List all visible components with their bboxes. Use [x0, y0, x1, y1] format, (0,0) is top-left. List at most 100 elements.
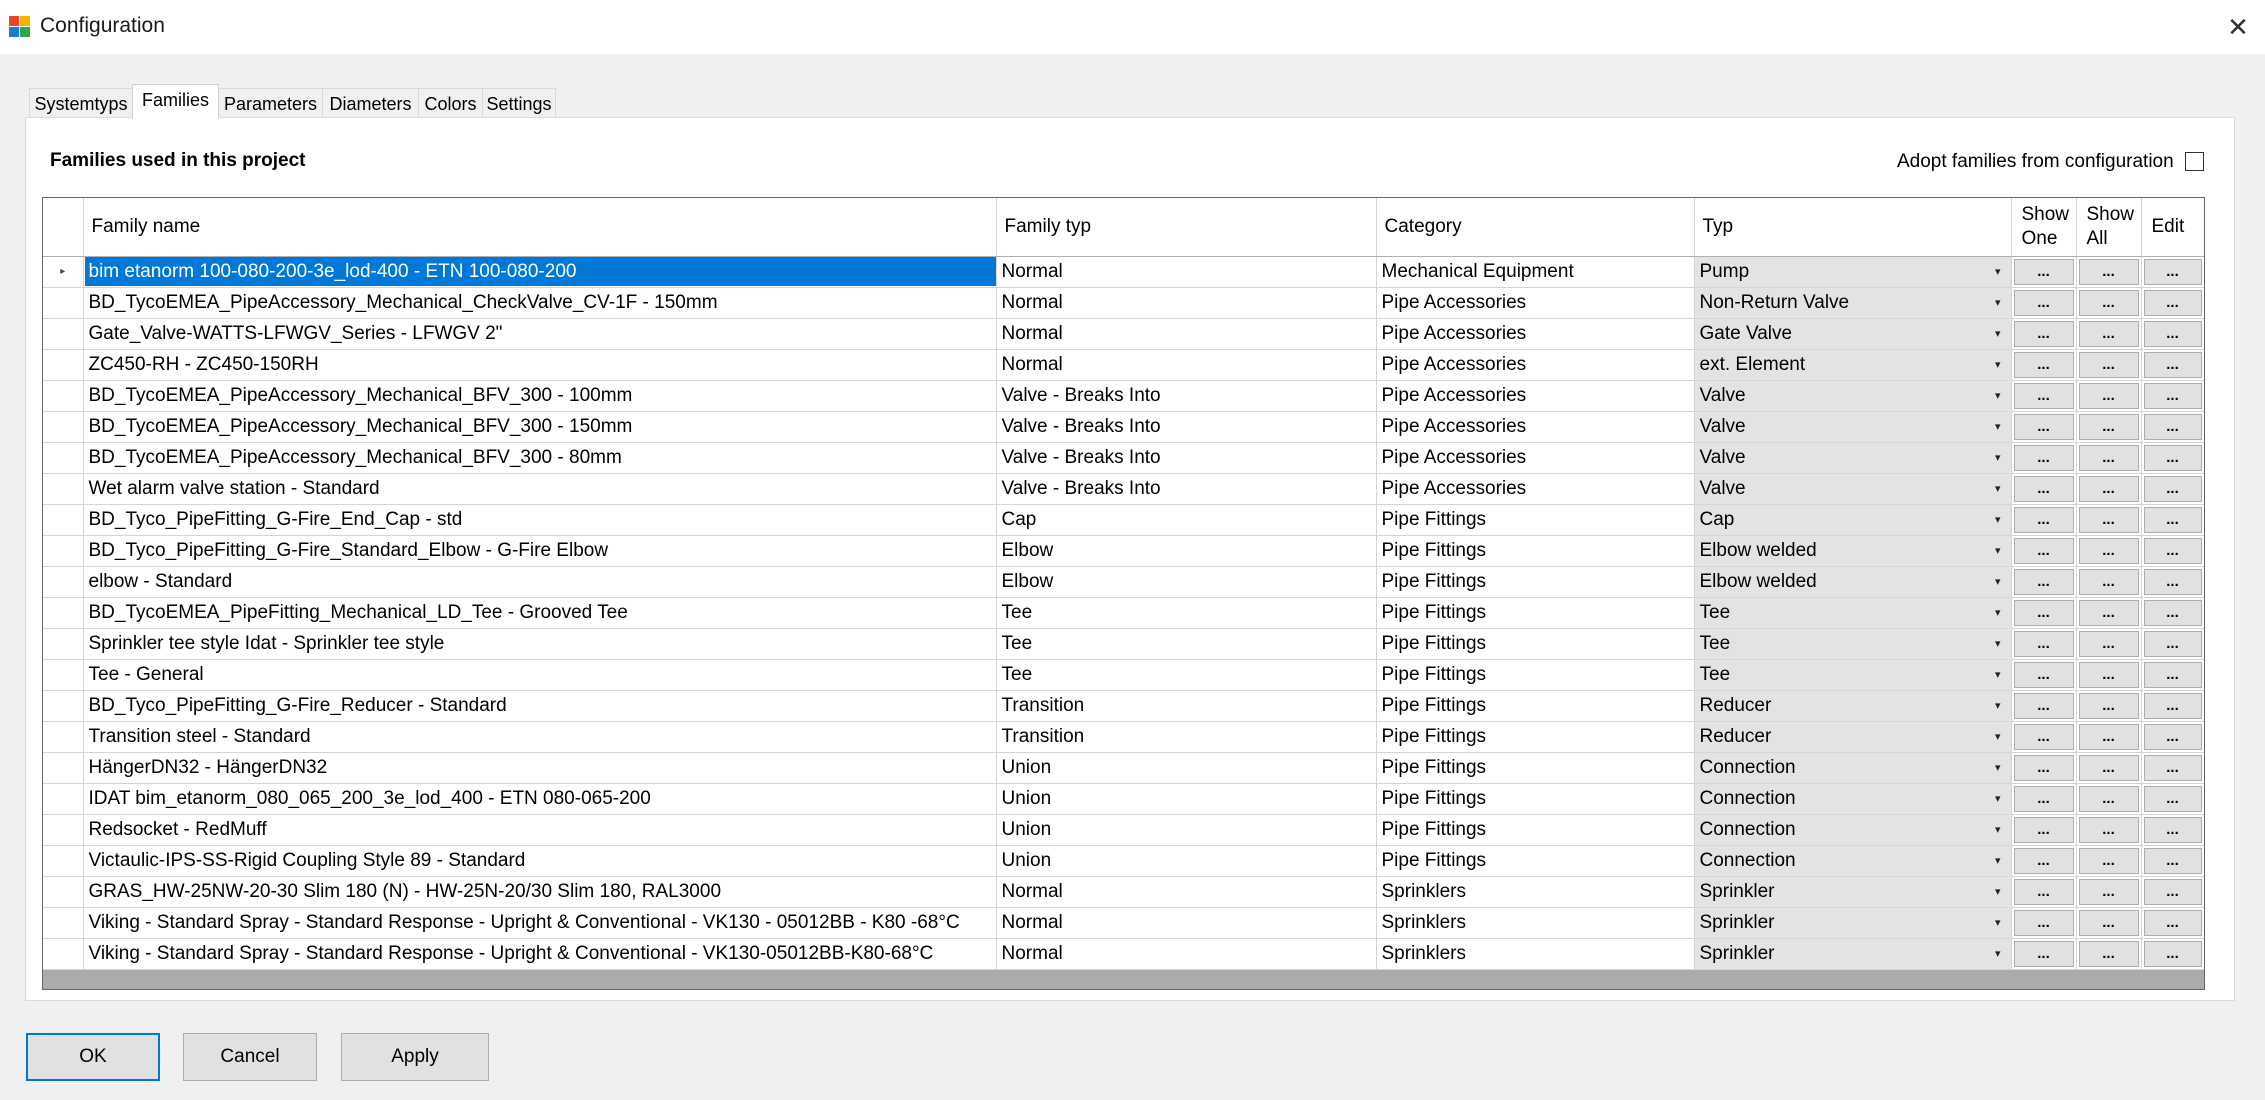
- show-one-button[interactable]: ...: [2013, 754, 2074, 781]
- typ-dropdown[interactable]: Tee ▾: [1694, 597, 2012, 629]
- category-cell[interactable]: Pipe Fittings: [1376, 504, 1695, 536]
- family-name-cell[interactable]: Gate_Valve-WATTS-LFWGV_Series - LFWGV 2": [83, 318, 997, 350]
- category-cell[interactable]: Pipe Accessories: [1376, 473, 1695, 505]
- table-row[interactable]: Victaulic-IPS-SS-Rigid Coupling Style 89…: [43, 845, 2204, 877]
- show-all-button[interactable]: ...: [2078, 723, 2139, 750]
- tab-colors[interactable]: Colors: [418, 88, 483, 118]
- chevron-down-icon[interactable]: ▾: [1995, 908, 2001, 938]
- family-typ-cell[interactable]: Union: [996, 814, 1377, 846]
- row-header[interactable]: ▸: [43, 256, 84, 288]
- edit-button[interactable]: ...: [2143, 754, 2202, 781]
- typ-dropdown[interactable]: Tee ▾: [1694, 628, 2012, 660]
- family-name-cell[interactable]: BD_TycoEMEA_PipeAccessory_Mechanical_Che…: [83, 287, 997, 319]
- column-header-show-all[interactable]: Show All: [2076, 198, 2142, 257]
- show-one-button[interactable]: ...: [2013, 258, 2074, 285]
- category-cell[interactable]: Pipe Fittings: [1376, 628, 1695, 660]
- family-name-cell[interactable]: Viking - Standard Spray - Standard Respo…: [83, 907, 997, 939]
- edit-button[interactable]: ...: [2143, 351, 2202, 378]
- show-all-button[interactable]: ...: [2078, 940, 2139, 967]
- table-row[interactable]: HängerDN32 - HängerDN32 Union Pipe Fitting…: [43, 752, 2204, 784]
- column-header-typ[interactable]: Typ: [1694, 198, 2012, 257]
- show-all-button[interactable]: ...: [2078, 909, 2139, 936]
- edit-button[interactable]: ...: [2143, 878, 2202, 905]
- typ-dropdown[interactable]: ext. Element ▾: [1694, 349, 2012, 381]
- close-icon[interactable]: ✕: [2211, 0, 2265, 54]
- show-one-button[interactable]: ...: [2013, 816, 2074, 843]
- show-one-button[interactable]: ...: [2013, 320, 2074, 347]
- edit-button[interactable]: ...: [2143, 320, 2202, 347]
- family-name-cell[interactable]: IDAT bim_etanorm_080_065_200_3e_lod_400 …: [83, 783, 997, 815]
- typ-dropdown[interactable]: Cap ▾: [1694, 504, 2012, 536]
- column-header-family-typ[interactable]: Family typ: [996, 198, 1377, 257]
- category-cell[interactable]: Pipe Fittings: [1376, 721, 1695, 753]
- tab-systemtyps[interactable]: Systemtyps: [29, 88, 133, 118]
- family-typ-cell[interactable]: Normal: [996, 907, 1377, 939]
- show-all-button[interactable]: ...: [2078, 537, 2139, 564]
- edit-button[interactable]: ...: [2143, 444, 2202, 471]
- show-all-button[interactable]: ...: [2078, 351, 2139, 378]
- edit-button[interactable]: ...: [2143, 909, 2202, 936]
- typ-dropdown[interactable]: Non-Return Valve ▾: [1694, 287, 2012, 319]
- row-header[interactable]: [43, 814, 84, 846]
- edit-button[interactable]: ...: [2143, 661, 2202, 688]
- family-name-cell[interactable]: Redsocket - RedMuff: [83, 814, 997, 846]
- edit-button[interactable]: ...: [2143, 506, 2202, 533]
- category-cell[interactable]: Pipe Fittings: [1376, 814, 1695, 846]
- category-cell[interactable]: Pipe Accessories: [1376, 442, 1695, 474]
- chevron-down-icon[interactable]: ▾: [1995, 939, 2001, 969]
- column-header-edit[interactable]: Edit: [2141, 198, 2204, 257]
- table-row[interactable]: BD_TycoEMEA_PipeFitting_Mechanical_LD_Te…: [43, 597, 2204, 629]
- show-one-button[interactable]: ...: [2013, 940, 2074, 967]
- family-typ-cell[interactable]: Valve - Breaks Into: [996, 411, 1377, 443]
- table-row[interactable]: Transition steel - Standard Transition Pip…: [43, 721, 2204, 753]
- adopt-families-checkbox[interactable]: [2185, 152, 2204, 171]
- chevron-down-icon[interactable]: ▾: [1995, 443, 2001, 473]
- tab-parameters[interactable]: Parameters: [218, 88, 323, 118]
- row-header[interactable]: [43, 845, 84, 877]
- typ-dropdown[interactable]: Tee ▾: [1694, 659, 2012, 691]
- family-typ-cell[interactable]: Transition: [996, 721, 1377, 753]
- show-one-button[interactable]: ...: [2013, 413, 2074, 440]
- row-header[interactable]: [43, 535, 84, 567]
- show-one-button[interactable]: ...: [2013, 444, 2074, 471]
- category-cell[interactable]: Pipe Accessories: [1376, 318, 1695, 350]
- table-row[interactable]: BD_Tyco_PipeFitting_G-Fire_End_Cap - std…: [43, 504, 2204, 536]
- edit-button[interactable]: ...: [2143, 630, 2202, 657]
- show-all-button[interactable]: ...: [2078, 630, 2139, 657]
- family-name-cell[interactable]: HängerDN32 - HängerDN32: [83, 752, 997, 784]
- family-name-cell[interactable]: Viking - Standard Spray - Standard Respo…: [83, 938, 997, 970]
- family-name-cell[interactable]: ZC450-RH - ZC450-150RH: [83, 349, 997, 381]
- show-all-button[interactable]: ...: [2078, 785, 2139, 812]
- family-name-cell[interactable]: Victaulic-IPS-SS-Rigid Coupling Style 89…: [83, 845, 997, 877]
- family-typ-cell[interactable]: Union: [996, 752, 1377, 784]
- edit-button[interactable]: ...: [2143, 568, 2202, 595]
- column-header-category[interactable]: Category: [1376, 198, 1695, 257]
- edit-button[interactable]: ...: [2143, 475, 2202, 502]
- row-header[interactable]: [43, 659, 84, 691]
- show-all-button[interactable]: ...: [2078, 382, 2139, 409]
- tab-diameters[interactable]: Diameters: [322, 88, 419, 118]
- show-all-button[interactable]: ...: [2078, 847, 2139, 874]
- chevron-down-icon[interactable]: ▾: [1995, 784, 2001, 814]
- category-cell[interactable]: Sprinklers: [1376, 876, 1695, 908]
- family-typ-cell[interactable]: Normal: [996, 349, 1377, 381]
- edit-button[interactable]: ...: [2143, 413, 2202, 440]
- show-all-button[interactable]: ...: [2078, 444, 2139, 471]
- show-all-button[interactable]: ...: [2078, 568, 2139, 595]
- chevron-down-icon[interactable]: ▾: [1995, 412, 2001, 442]
- family-typ-cell[interactable]: Valve - Breaks Into: [996, 380, 1377, 412]
- typ-dropdown[interactable]: Connection ▾: [1694, 783, 2012, 815]
- typ-dropdown[interactable]: Valve ▾: [1694, 380, 2012, 412]
- category-cell[interactable]: Pipe Fittings: [1376, 690, 1695, 722]
- family-typ-cell[interactable]: Normal: [996, 256, 1377, 288]
- family-name-cell[interactable]: bim etanorm 100-080-200-3e_lod-400 - ETN…: [83, 256, 997, 288]
- apply-button[interactable]: Apply: [341, 1033, 489, 1081]
- typ-dropdown[interactable]: Gate Valve ▾: [1694, 318, 2012, 350]
- table-row[interactable]: Gate_Valve-WATTS-LFWGV_Series - LFWGV 2"…: [43, 318, 2204, 350]
- row-header[interactable]: [43, 876, 84, 908]
- typ-dropdown[interactable]: Elbow welded ▾: [1694, 566, 2012, 598]
- show-all-button[interactable]: ...: [2078, 506, 2139, 533]
- row-header[interactable]: [43, 690, 84, 722]
- family-typ-cell[interactable]: Tee: [996, 628, 1377, 660]
- row-header[interactable]: [43, 721, 84, 753]
